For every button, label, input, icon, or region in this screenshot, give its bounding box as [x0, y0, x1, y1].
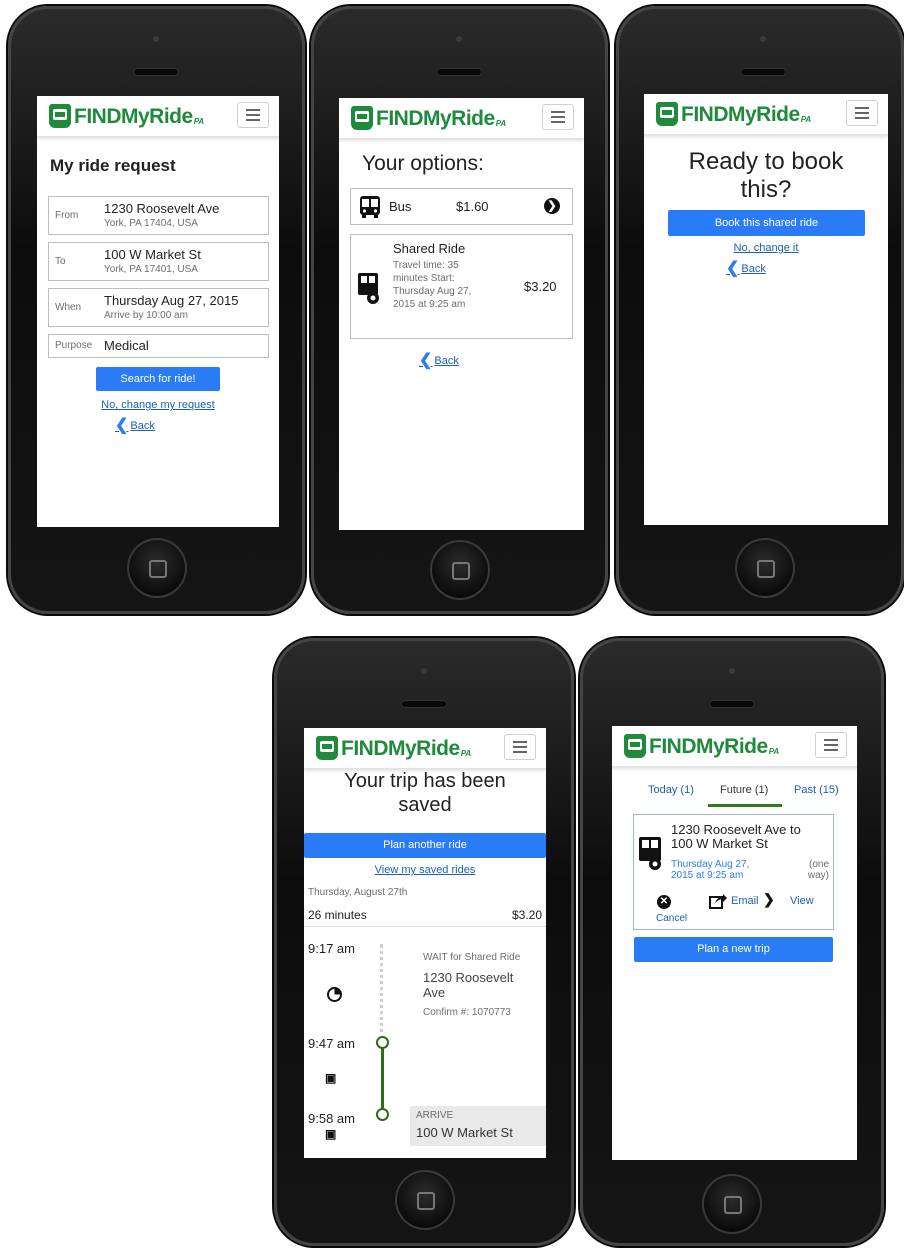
back-link[interactable]: ❮ Back [726, 260, 766, 277]
view-link[interactable]: View [790, 895, 814, 907]
tab-today[interactable]: Today (1) [648, 784, 694, 796]
app-header: FIND MyRide PA [644, 94, 888, 135]
home-button[interactable] [430, 540, 490, 600]
menu-icon[interactable] [815, 732, 847, 758]
trip-date: Thursday, August 27th [308, 887, 408, 898]
shared-ride-option[interactable]: Shared Ride Travel time: 35 minutes Star… [350, 234, 573, 339]
camera [729, 668, 735, 674]
phone-frame-2: FINDMyRidePA Your options: Bus $1.60 ❯ [311, 6, 608, 614]
screen-options: FINDMyRidePA Your options: Bus $1.60 ❯ [339, 98, 584, 530]
chevron-left-icon: ❮ [419, 352, 433, 369]
shared-ride-icon [639, 837, 661, 870]
timeline-node [376, 1108, 389, 1121]
purpose-field[interactable]: Purpose Medical [48, 334, 269, 358]
trip-card[interactable]: 1230 Roosevelt Ave to 100 W Market St Th… [633, 814, 834, 930]
phone-frame-1: FIND MyRide PA My ride request From 1230 R… [8, 6, 305, 614]
change-request-link[interactable]: No, change my request [37, 399, 279, 411]
keystone-logo-icon [316, 736, 338, 760]
menu-icon[interactable] [846, 100, 878, 126]
keystone-logo-icon [656, 102, 678, 126]
screen-ride-request: FIND MyRide PA My ride request From 1230 R… [37, 96, 279, 527]
speaker [740, 68, 786, 76]
findmyride-logo[interactable]: FIND MyRide PA [624, 734, 779, 758]
app-header: FIND MyRide PA [37, 96, 279, 137]
cancel-link[interactable]: Cancel [656, 913, 687, 924]
app-header: FIND MyRide PA [612, 726, 857, 767]
divider [304, 926, 546, 927]
cancel-icon[interactable]: ✕ [657, 895, 671, 909]
findmyride-logo[interactable]: FIND MyRide PA [49, 104, 204, 128]
time-947: 9:47 am [308, 1036, 355, 1051]
clock-icon [327, 987, 342, 1002]
search-button[interactable]: Search for ride! [96, 367, 220, 391]
home-button[interactable] [702, 1174, 762, 1234]
arrive-box: ARRIVE 100 W Market St [410, 1106, 546, 1146]
keystone-logo-icon [351, 106, 373, 130]
camera [153, 36, 159, 42]
time-930: 9:17 am [308, 941, 355, 956]
shared-ride-icon [358, 273, 379, 304]
camera [456, 36, 462, 42]
shared-ride-small-icon: ▣ [325, 1127, 337, 1141]
home-button[interactable] [735, 538, 795, 598]
app-header: FIND MyRide PA [304, 728, 546, 769]
chevron-left-icon: ❮ [726, 260, 740, 277]
findmyride-logo[interactable]: FIND MyRide PA [656, 102, 811, 126]
speaker [436, 68, 482, 76]
when-field[interactable]: When Thursday Aug 27, 2015 Arrive by 10:… [48, 288, 269, 327]
back-link[interactable]: ❮ Back [115, 417, 155, 434]
findmyride-logo[interactable]: FIND MyRide PA [351, 106, 506, 130]
page-title: Your trip has been saved [344, 770, 506, 816]
screen-my-trips: FIND MyRide PA Today (1) Future (1) Past (… [612, 726, 857, 1160]
keystone-logo-icon [49, 104, 71, 128]
speaker [401, 700, 447, 708]
tab-future[interactable]: Future (1) [720, 784, 768, 796]
chevron-right-circle-icon[interactable]: ❯ [544, 198, 560, 214]
chevron-left-icon: ❮ [115, 417, 129, 434]
email-link[interactable]: Email [731, 895, 759, 907]
keystone-logo-icon [624, 734, 646, 758]
trip-duration: 26 minutes [308, 908, 367, 922]
home-button[interactable] [395, 1170, 455, 1230]
page-title: Your options: [362, 152, 484, 175]
from-field[interactable]: From 1230 Roosevelt Ave York, PA 17404, … [48, 196, 269, 235]
screen-ready-to-book: FIND MyRide PA Ready to book this? Book th… [644, 94, 888, 525]
to-field[interactable]: To 100 W Market St York, PA 17401, USA [48, 242, 269, 281]
change-it-link[interactable]: No, change it [644, 242, 888, 254]
book-shared-ride-button[interactable]: Book this shared ride [668, 210, 865, 236]
phone-frame-3: FIND MyRide PA Ready to book this? Book th… [616, 6, 904, 614]
chevron-right-icon: ❯ [763, 891, 775, 907]
plan-new-trip-button[interactable]: Plan a new trip [634, 937, 833, 962]
phone-frame-4: FIND MyRide PA Your trip has been saved Pl… [274, 638, 574, 1246]
phone-frame-5: FIND MyRide PA Today (1) Future (1) Past (… [580, 638, 884, 1246]
findmyride-logo[interactable]: FIND MyRide PA [316, 736, 471, 760]
timeline-node [376, 1036, 389, 1049]
tab-past[interactable]: Past (15) [794, 784, 839, 796]
share-icon[interactable] [709, 893, 727, 909]
speaker [709, 700, 755, 708]
wait-dotted-line [380, 944, 383, 1040]
time-958: 9:58 am [308, 1111, 355, 1126]
camera [760, 36, 766, 42]
view-saved-rides-link[interactable]: View my saved rides [304, 864, 546, 876]
home-button[interactable] [127, 538, 187, 598]
back-link[interactable]: ❮ Back [419, 352, 459, 369]
page-title: Ready to book this? [688, 148, 844, 203]
menu-icon[interactable] [504, 734, 536, 760]
app-header: FIND MyRide PA [339, 98, 584, 139]
shared-ride-small-icon: ▣ [325, 1071, 337, 1085]
ride-line [381, 1046, 384, 1110]
speaker [133, 68, 179, 76]
bus-option[interactable]: Bus $1.60 ❯ [350, 188, 573, 225]
bus-icon [360, 196, 380, 218]
screen-trip-saved: FIND MyRide PA Your trip has been saved Pl… [304, 728, 546, 1158]
tab-underline [708, 804, 782, 807]
plan-another-ride-button[interactable]: Plan another ride [304, 833, 546, 858]
menu-icon[interactable] [542, 104, 574, 130]
menu-icon[interactable] [237, 102, 269, 128]
camera [421, 668, 427, 674]
page-title: My ride request [50, 156, 176, 175]
trip-price: $3.20 [511, 908, 542, 922]
